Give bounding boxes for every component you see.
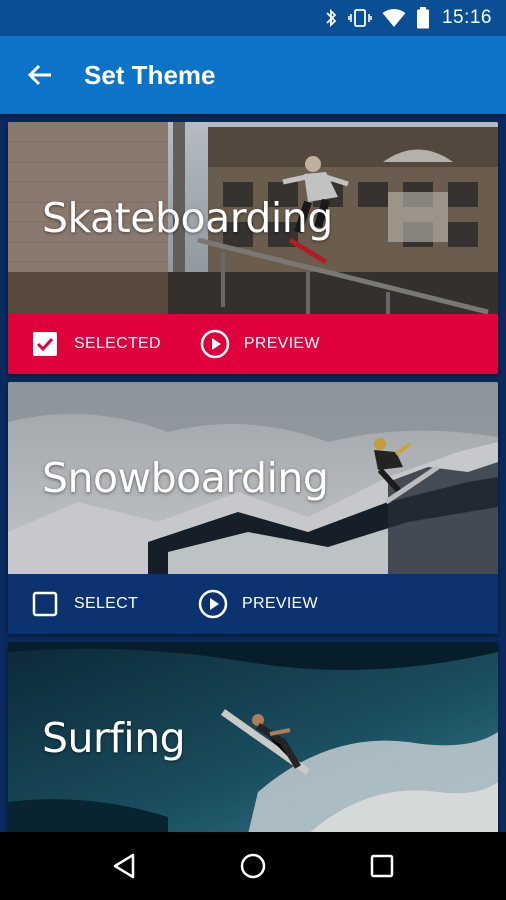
status-bar: 15:16 (0, 0, 506, 36)
nav-home-button[interactable] (229, 842, 277, 890)
wifi-icon (382, 8, 406, 28)
vibrate-icon (348, 8, 372, 28)
nav-back-button[interactable] (100, 842, 148, 890)
app-bar: Set Theme (0, 36, 506, 114)
preview-button-skateboarding[interactable]: PREVIEW (200, 314, 320, 374)
select-toggle-skateboarding[interactable]: SELECTED (32, 314, 161, 374)
checkbox-unchecked-icon (32, 591, 58, 617)
battery-icon (416, 7, 430, 29)
theme-actions-skateboarding: SELECTED PREVIEW (8, 314, 498, 374)
arrow-left-icon (27, 64, 51, 86)
theme-image-surfing: Surfing (8, 642, 498, 832)
page-title: Set Theme (84, 59, 216, 90)
theme-card-skateboarding[interactable]: Skateboarding SELECTED PREVIEW (8, 122, 498, 374)
select-label-skateboarding: SELECTED (74, 335, 161, 352)
back-button[interactable] (18, 53, 62, 97)
theme-title-skateboarding: Skateboarding (42, 194, 333, 242)
theme-title-snowboarding: Snowboarding (42, 454, 329, 502)
select-toggle-snowboarding[interactable]: SELECT (32, 574, 138, 634)
theme-title-surfing: Surfing (42, 714, 186, 762)
preview-label-snowboarding: PREVIEW (242, 595, 318, 612)
theme-card-surfing[interactable]: Surfing (8, 642, 498, 832)
theme-image-skateboarding: Skateboarding (8, 122, 498, 314)
nav-recents-button[interactable] (358, 842, 406, 890)
back-triangle-icon (114, 853, 135, 879)
play-circle-icon (198, 589, 228, 619)
select-label-snowboarding: SELECT (74, 595, 139, 612)
theme-card-snowboarding[interactable]: Snowboarding SELECT PREVIEW (8, 382, 498, 634)
recents-square-icon (370, 854, 393, 878)
theme-actions-snowboarding: SELECT PREVIEW (8, 574, 498, 634)
theme-image-snowboarding: Snowboarding (8, 382, 498, 574)
status-time: 15:16 (441, 7, 492, 28)
checkbox-checked-icon (33, 332, 57, 356)
preview-label-skateboarding: PREVIEW (243, 335, 320, 352)
system-nav-bar (0, 832, 506, 900)
home-circle-icon (240, 853, 266, 879)
bluetooth-icon (324, 8, 338, 28)
play-circle-icon (200, 329, 230, 359)
theme-list[interactable]: Skateboarding SELECTED PREVIEW Snowboard… (0, 114, 506, 832)
preview-button-snowboarding[interactable]: PREVIEW (198, 574, 318, 634)
